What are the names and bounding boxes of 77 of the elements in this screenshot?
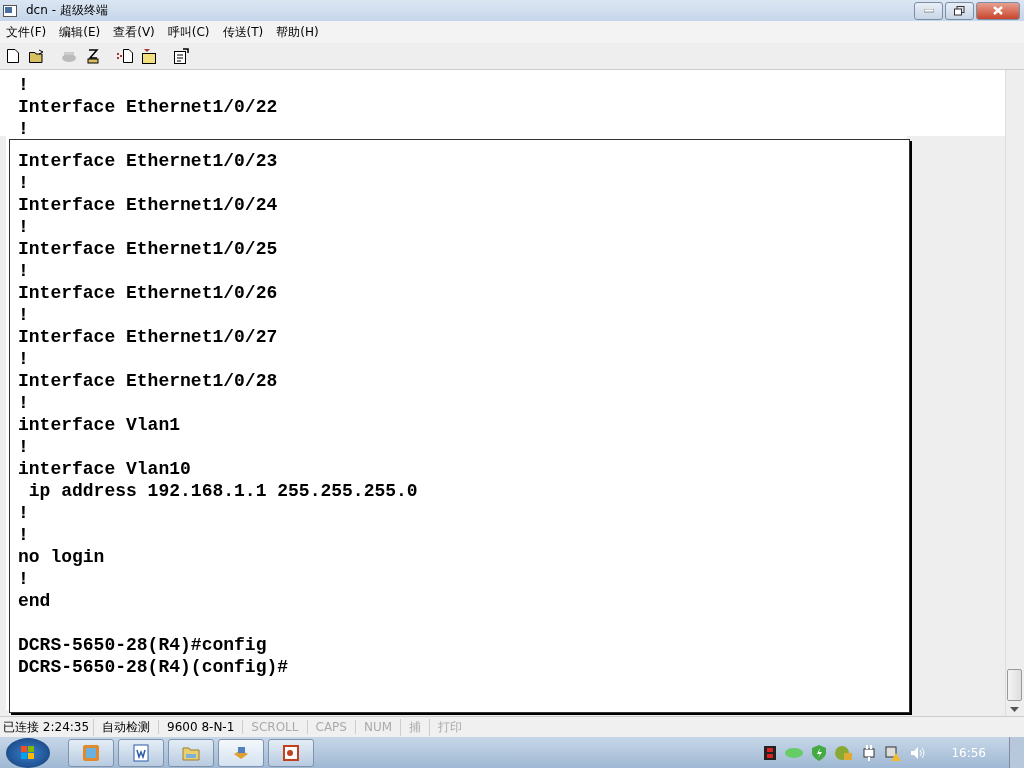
terminal-line: ! bbox=[18, 74, 30, 96]
menu-item[interactable]: 查看(V) bbox=[113, 23, 155, 41]
start-button[interactable] bbox=[6, 737, 50, 768]
new-file-button[interactable] bbox=[4, 46, 22, 66]
phone-icon bbox=[61, 49, 77, 63]
plug-icon[interactable] bbox=[862, 744, 877, 761]
terminal-line: Interface Ethernet1/0/23 bbox=[18, 150, 279, 172]
presentation-icon bbox=[282, 743, 300, 762]
close-button[interactable] bbox=[976, 1, 1020, 20]
document-icon bbox=[132, 743, 150, 762]
film-icon[interactable] bbox=[764, 745, 777, 760]
properties-button[interactable] bbox=[172, 46, 190, 66]
scroll-thumb[interactable] bbox=[1006, 669, 1022, 701]
terminal-line: interface Vlan10 bbox=[18, 458, 192, 480]
terminal-line: Interface Ethernet1/0/26 bbox=[18, 282, 279, 304]
terminal-line: Interface Ethernet1/0/27 bbox=[18, 326, 279, 348]
folder-icon bbox=[182, 744, 200, 761]
taskbar-button[interactable] bbox=[168, 738, 214, 767]
window-icon bbox=[82, 743, 100, 762]
scrollbar[interactable] bbox=[1005, 70, 1022, 716]
folder-icon bbox=[142, 48, 156, 64]
status-item: 9600 8-N-1 bbox=[158, 720, 243, 734]
close-icon bbox=[993, 6, 1003, 15]
send-button[interactable] bbox=[116, 46, 134, 66]
down-arrow-icon[interactable] bbox=[1009, 707, 1019, 712]
terminal-line: ! bbox=[18, 524, 30, 546]
terminal-line: ! bbox=[18, 118, 30, 140]
terminal-line: ! bbox=[18, 502, 30, 524]
network-warning-icon[interactable] bbox=[885, 744, 902, 761]
terminal-line: ! bbox=[18, 348, 30, 370]
terminal-line: ! bbox=[18, 304, 30, 326]
blank-page-icon bbox=[7, 49, 19, 63]
terminal-line: ! bbox=[18, 216, 30, 238]
status-item: SCROLL bbox=[242, 720, 307, 734]
status-item: 已连接 2:24:35 bbox=[2, 718, 91, 736]
show-desktop-button[interactable] bbox=[1009, 737, 1024, 768]
taskbar-button[interactable] bbox=[218, 738, 264, 767]
menu-item[interactable]: 呼叫(C) bbox=[167, 23, 210, 41]
page-icon bbox=[117, 49, 133, 63]
terminal-line: ! bbox=[18, 568, 30, 590]
taskbar-button[interactable] bbox=[118, 738, 164, 767]
terminal-line: ! bbox=[18, 436, 30, 458]
terminal-line: no login bbox=[18, 546, 106, 568]
terminal-line: end bbox=[18, 590, 52, 612]
windows-logo-icon bbox=[21, 745, 35, 760]
terminal-line: ! bbox=[18, 392, 30, 414]
menu-item[interactable]: 文件(F) bbox=[6, 23, 47, 41]
status-item: 打印 bbox=[429, 718, 471, 736]
restore-icon bbox=[954, 5, 965, 16]
properties-icon bbox=[173, 48, 189, 64]
menu-item[interactable]: 帮助(H) bbox=[276, 23, 319, 41]
terminal-line: Interface Ethernet1/0/22 bbox=[18, 96, 279, 118]
disconnect-button[interactable] bbox=[84, 46, 102, 66]
status-item: 自动检测 bbox=[93, 718, 159, 736]
terminal-line: DCRS-5650-28(R4)#config bbox=[18, 634, 268, 656]
terminal-line: Interface Ethernet1/0/24 bbox=[18, 194, 279, 216]
minimize-icon bbox=[923, 8, 934, 13]
taskbar-button[interactable] bbox=[68, 738, 114, 767]
status-item: 捕 bbox=[400, 718, 430, 736]
window-title: dcn - 超级终端 bbox=[26, 2, 108, 19]
terminal-line: interface Vlan1 bbox=[18, 414, 182, 436]
status-item: NUM bbox=[354, 720, 401, 734]
terminal-line: ! bbox=[18, 172, 30, 194]
terminal-line: Interface Ethernet1/0/25 bbox=[18, 238, 279, 260]
receive-button[interactable] bbox=[140, 46, 158, 66]
menu-item[interactable]: 编辑(E) bbox=[59, 23, 101, 41]
terminal-line: Interface Ethernet1/0/28 bbox=[18, 370, 279, 392]
restore-button[interactable] bbox=[945, 1, 974, 20]
taskbar-button[interactable] bbox=[268, 738, 314, 767]
menu-item[interactable]: 传送(T) bbox=[222, 23, 264, 41]
terminal-line: DCRS-5650-28(R4)(config)# bbox=[18, 656, 290, 678]
terminal-line: ! bbox=[18, 260, 30, 282]
phone-icon bbox=[86, 48, 100, 64]
status-item: CAPS bbox=[306, 720, 355, 734]
folder-icon bbox=[29, 49, 45, 63]
terminal-line: ip address 192.168.1.1 255.255.255.0 bbox=[27, 480, 419, 502]
shield-icon[interactable] bbox=[812, 744, 827, 761]
